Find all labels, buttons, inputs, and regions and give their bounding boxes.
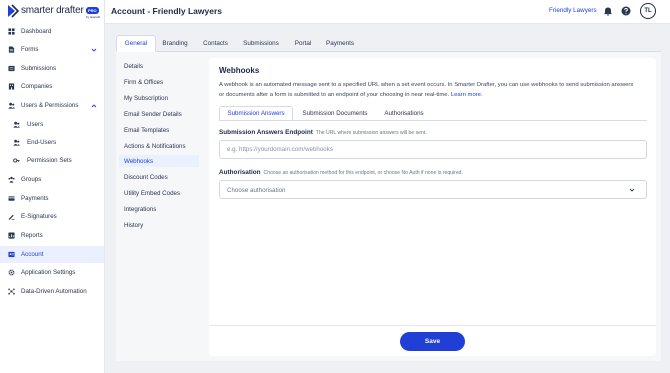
- endpoint-label-text: Submission Answers Endpoint: [219, 129, 313, 136]
- webhooks-description-line1: A webhook is an automated message sent t…: [219, 82, 579, 88]
- sidebar-item-groups[interactable]: Groups: [0, 171, 104, 188]
- endpoint-label: Submission Answers Endpoint The URL where…: [219, 129, 427, 136]
- sidebar-item-users-permissions[interactable]: Users & Permissions: [0, 97, 104, 114]
- subnav-discount-codes[interactable]: Discount Codes: [119, 171, 199, 183]
- sidebar-item-account[interactable]: Account: [0, 246, 104, 263]
- permission-sets-icon: [13, 157, 20, 164]
- tab-submission-documents[interactable]: Submission Documents: [297, 106, 373, 121]
- organisation-link[interactable]: Friendly Lawyers: [549, 7, 597, 14]
- sidebar-item-submissions[interactable]: Submissions: [0, 60, 104, 77]
- top-header: Account - Friendly Lawyers Friendly Lawy…: [105, 0, 670, 24]
- authorisation-select-placeholder: Choose authorisation: [227, 187, 286, 194]
- tab-submission-answers[interactable]: Submission Answers: [219, 106, 293, 121]
- footer-divider: [209, 325, 656, 326]
- sidebar-item-label: Submissions: [21, 65, 57, 72]
- authorisation-hint: Choose an authorisation method for this …: [263, 170, 463, 176]
- chevron-up-icon[interactable]: [91, 103, 97, 109]
- brand-name: smarter drafter: [21, 5, 84, 16]
- sidebar-item-dashboard[interactable]: Dashboard: [0, 23, 104, 40]
- authorisation-select[interactable]: Choose authorisation: [219, 180, 647, 199]
- sidebar-item-label: Account: [21, 251, 44, 258]
- brand-mark-icon: [7, 4, 20, 18]
- tab-submissions[interactable]: Submissions: [240, 35, 282, 52]
- authorisation-label: Authorisation Choose an authorisation met…: [219, 169, 463, 176]
- tab-payments[interactable]: Payments: [323, 35, 357, 52]
- chevron-down-icon: [629, 187, 635, 193]
- sidebar-item-permission-sets[interactable]: Permission Sets: [0, 152, 104, 169]
- sidebar-item-e-signatures[interactable]: E-Signatures: [0, 208, 104, 225]
- avatar[interactable]: TL: [640, 3, 656, 19]
- companies-icon: [8, 83, 15, 90]
- subnav-utility-embed-codes[interactable]: Utility Embed Codes: [119, 187, 199, 199]
- sidebar-item-data-driven-automation[interactable]: Data-Driven Automation: [0, 283, 104, 300]
- subnav-history[interactable]: History: [119, 219, 199, 231]
- submissions-icon: [8, 65, 15, 72]
- endpoint-hint: The URL where submission answers will be…: [315, 130, 427, 136]
- sidebar-item-label: Payments: [21, 195, 49, 202]
- sidebar-item-label: Companies: [21, 83, 53, 90]
- webhooks-panel: Webhooks A webhook is an automated messa…: [209, 58, 656, 356]
- sidebar-item-label: Users & Permissions: [21, 102, 79, 109]
- sidebar-item-label: Groups: [21, 176, 42, 183]
- reports-icon: [8, 232, 15, 239]
- subnav-details[interactable]: Details: [119, 60, 199, 72]
- subnav-email-templates[interactable]: Email Templates: [119, 124, 199, 136]
- save-button[interactable]: Save: [400, 332, 465, 351]
- sidebar-item-companies[interactable]: Companies: [0, 78, 104, 95]
- automation-icon: [8, 288, 15, 295]
- sidebar-item-label: Users: [27, 121, 44, 128]
- sidebar-item-label: Reports: [21, 232, 43, 239]
- tab-general[interactable]: General: [116, 35, 156, 52]
- sidebar-item-reports[interactable]: Reports: [0, 227, 104, 244]
- end-users-icon: [13, 139, 20, 146]
- learn-more-link[interactable]: Learn more.: [451, 92, 483, 98]
- brand-tagline: by lawpath: [86, 15, 101, 19]
- brand-badge: PRO: [86, 7, 99, 14]
- bell-icon[interactable]: [603, 6, 613, 16]
- tab-portal[interactable]: Portal: [289, 35, 317, 52]
- sidebar-item-forms[interactable]: Forms: [0, 41, 104, 58]
- sidebar-item-label: Data-Driven Automation: [21, 288, 87, 295]
- help-icon[interactable]: [621, 6, 631, 16]
- sidebar-item-label: E-Signatures: [21, 213, 57, 220]
- dashboard-icon: [8, 28, 15, 35]
- subnav-email-sender-details[interactable]: Email Sender Details: [119, 108, 199, 120]
- account-icon: [8, 251, 15, 258]
- groups-icon: [8, 176, 15, 183]
- subnav-firm-offices[interactable]: Firm & Offices: [119, 76, 199, 88]
- sidebar: smarter drafter PRO by lawpath Dashboard…: [0, 0, 105, 373]
- payments-icon: [8, 195, 15, 202]
- chevron-down-icon[interactable]: [91, 47, 97, 53]
- sidebar-item-users[interactable]: Users: [0, 116, 104, 133]
- webhooks-title: Webhooks: [219, 66, 260, 75]
- sidebar-item-application-settings[interactable]: Application Settings: [0, 264, 104, 281]
- users-icon: [13, 121, 20, 128]
- tab-branding[interactable]: Branding: [158, 35, 192, 52]
- endpoint-url-input[interactable]: [219, 140, 647, 159]
- sidebar-item-payments[interactable]: Payments: [0, 190, 104, 207]
- brand-logo[interactable]: smarter drafter PRO by lawpath: [7, 4, 101, 22]
- signature-icon: [8, 213, 15, 220]
- subnav-my-subscription[interactable]: My Subscription: [119, 92, 199, 104]
- users-group-icon: [8, 102, 15, 109]
- sidebar-item-label: Forms: [21, 46, 39, 53]
- subnav-webhooks[interactable]: Webhooks: [119, 155, 199, 167]
- page-title: Account - Friendly Lawyers: [111, 6, 222, 16]
- sidebar-item-label: Dashboard: [21, 28, 52, 35]
- tab-authorisations[interactable]: Authorisations: [379, 106, 429, 121]
- subnav-actions-notifications[interactable]: Actions & Notifications: [119, 140, 199, 152]
- subnav-integrations[interactable]: Integrations: [119, 203, 199, 215]
- sidebar-item-label: Application Settings: [21, 269, 76, 276]
- sidebar-item-end-users[interactable]: End-Users: [0, 134, 104, 151]
- forms-icon: [8, 46, 15, 53]
- authorisation-label-text: Authorisation: [219, 169, 261, 176]
- tab-divider: [219, 120, 647, 121]
- tab-contacts[interactable]: Contacts: [199, 35, 232, 52]
- webhooks-description: A webhook is an automated message sent t…: [219, 80, 639, 100]
- gear-icon: [8, 269, 15, 276]
- sidebar-item-label: End-Users: [27, 139, 57, 146]
- sidebar-item-label: Permission Sets: [27, 157, 72, 164]
